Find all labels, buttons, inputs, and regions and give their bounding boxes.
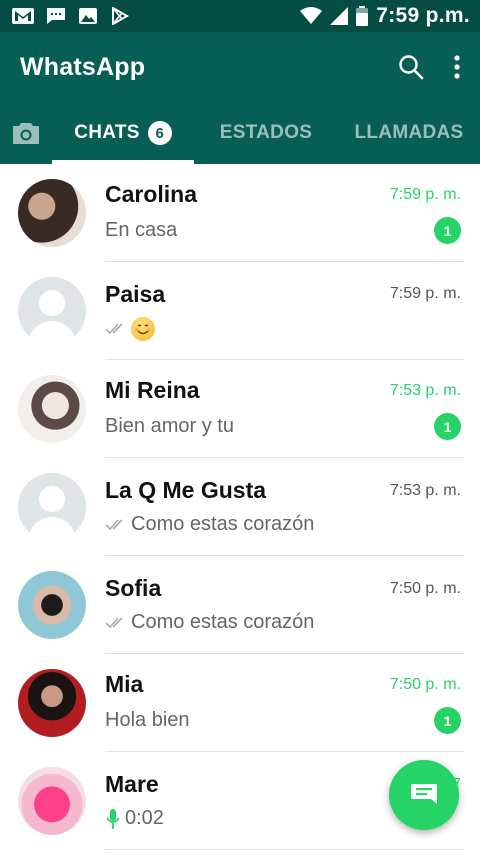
- microphone-icon: [105, 808, 121, 830]
- chat-name: Paisa: [105, 280, 166, 307]
- chat-name: Carolina: [105, 181, 198, 207]
- chat-name: Mia: [105, 671, 144, 697]
- double-check-icon: [105, 322, 127, 336]
- signal-icon: [330, 7, 349, 25]
- chat-name: Sofia: [105, 575, 162, 601]
- wifi-icon: [300, 7, 323, 25]
- default-avatar-icon[interactable]: [18, 473, 86, 541]
- tab-estados-label: ESTADOS: [219, 122, 313, 143]
- tab-chats[interactable]: CHATS 6: [52, 102, 194, 164]
- status-bar: 7:59 p.m.: [0, 0, 480, 32]
- app-actions: [398, 54, 460, 80]
- chat-message: [105, 316, 155, 341]
- new-chat-icon: [410, 782, 438, 808]
- avatar[interactable]: [18, 669, 86, 737]
- default-avatar-icon[interactable]: [18, 277, 86, 345]
- chat-body: Sofia 7:50 p. m. Como estas corazón: [105, 556, 464, 654]
- chat-time: 7:59 p. m.: [389, 185, 461, 203]
- tab-estados[interactable]: ESTADOS: [194, 102, 338, 164]
- chat-message-wrap: 0:02: [105, 807, 164, 830]
- chat-time: 7:50 p. m.: [389, 675, 461, 693]
- more-vertical-icon[interactable]: [454, 55, 460, 79]
- chat-message: En casa: [105, 219, 178, 241]
- search-icon[interactable]: [398, 54, 424, 80]
- unread-badge: 1: [434, 707, 461, 734]
- chat-row-la-q-me-gusta[interactable]: La Q Me Gusta 7:53 p. m. Como estas cora…: [0, 458, 480, 556]
- chat-list: Carolina 7:59 p. m. En casa 1 Paisa 7:59…: [0, 164, 480, 850]
- tab-llamadas[interactable]: LLAMADAS: [338, 102, 480, 164]
- chat-body: La Q Me Gusta 7:53 p. m. Como estas cora…: [105, 458, 464, 556]
- double-check-icon: [105, 616, 127, 630]
- chat-time: 7:59 p. m.: [389, 285, 461, 302]
- tab-llamadas-label: LLAMADAS: [354, 122, 464, 143]
- unread-badge: 1: [434, 217, 461, 244]
- chat-body: Mia 7:50 p. m. Hola bien 1: [105, 654, 464, 752]
- message-icon: [46, 7, 66, 25]
- smiling-emoji-icon: [131, 316, 155, 341]
- tab-bar: CHATS 6 ESTADOS LLAMADAS: [0, 102, 480, 164]
- notification-icons: [12, 7, 130, 25]
- camera-icon: [12, 121, 40, 145]
- chat-message-wrap: Como estas corazón: [105, 611, 314, 634]
- chat-row-carolina[interactable]: Carolina 7:59 p. m. En casa 1: [0, 164, 480, 262]
- chat-message: Hola bien: [105, 709, 190, 731]
- avatar[interactable]: [18, 571, 86, 639]
- chat-time: 7:50 p. m.: [389, 579, 461, 597]
- chat-name: Mi Reina: [105, 377, 200, 403]
- avatar[interactable]: [18, 767, 86, 835]
- gallery-icon: [78, 7, 98, 25]
- chat-body: Carolina 7:59 p. m. En casa 1: [105, 164, 464, 262]
- double-check-icon: [105, 518, 127, 532]
- chat-message: 0:02: [125, 807, 164, 829]
- tab-chats-badge: 6: [147, 121, 172, 145]
- chat-name: La Q Me Gusta: [105, 477, 267, 503]
- chat-name: Mare: [105, 771, 159, 797]
- app-title: WhatsApp: [20, 52, 146, 81]
- chat-row-mia[interactable]: Mia 7:50 p. m. Hola bien 1: [0, 654, 480, 752]
- chat-message-wrap: Como estas corazón: [105, 513, 314, 536]
- tab-chats-label: CHATS: [74, 122, 140, 143]
- app-bar: WhatsApp: [0, 32, 480, 102]
- battery-icon: [356, 6, 369, 26]
- chat-message: Como estas corazón: [131, 611, 315, 633]
- chat-message: Como estas corazón: [131, 513, 315, 535]
- avatar[interactable]: [18, 179, 86, 247]
- gmail-icon: [12, 8, 34, 24]
- chat-row-paisa[interactable]: Paisa 7:59 p. m.: [0, 262, 480, 360]
- chat-row-mi-reina[interactable]: Mi Reina 7:53 p. m. Bien amor y tu 1: [0, 360, 480, 458]
- chat-time: 7:53 p. m.: [389, 381, 461, 399]
- play-store-icon: [110, 7, 130, 25]
- new-chat-button[interactable]: [389, 760, 459, 830]
- tab-camera[interactable]: [0, 102, 52, 164]
- status-time: 7:59 p.m.: [376, 4, 470, 27]
- chat-message: Bien amor y tu: [105, 415, 234, 437]
- chat-body: Paisa 7:59 p. m.: [105, 262, 464, 360]
- chat-body: Mi Reina 7:53 p. m. Bien amor y tu 1: [105, 360, 464, 458]
- chat-row-sofia[interactable]: Sofia 7:50 p. m. Como estas corazón: [0, 556, 480, 654]
- system-icons: 7:59 p.m.: [300, 4, 470, 28]
- chat-time: 7:53 p. m.: [389, 481, 461, 499]
- unread-badge: 1: [434, 413, 461, 440]
- avatar[interactable]: [18, 375, 86, 443]
